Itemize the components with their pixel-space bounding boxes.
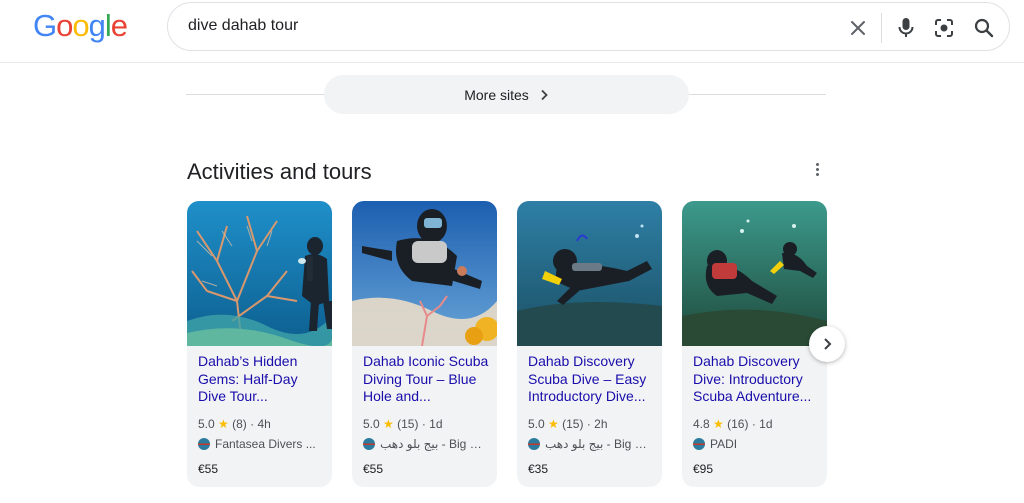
card-source: Fantasea Divers ... <box>198 437 324 451</box>
post-age: 1d <box>429 417 443 431</box>
rating-value: 4.8 <box>693 417 710 431</box>
more-sites-label: More sites <box>464 86 529 103</box>
logo-letter: g <box>88 8 106 43</box>
source-name: بيج بلو دهب - Big Bl... <box>545 437 654 451</box>
logo-letter: G <box>33 8 57 43</box>
activity-card[interactable]: Dahab’s Hidden Gems: Half-Day Dive Tour.… <box>187 201 332 487</box>
star-icon: ★ <box>713 417 724 431</box>
star-icon: ★ <box>548 417 559 431</box>
rating-value: 5.0 <box>363 417 380 431</box>
card-source: بيج بلو دهب - Big Bl... <box>363 437 489 451</box>
source-name: Fantasea Divers ... <box>215 437 316 451</box>
activity-card[interactable]: Dahab Discovery Scuba Dive – Easy Introd… <box>517 201 662 487</box>
card-image-two-divers <box>682 201 827 346</box>
carousel-next-button[interactable] <box>809 326 845 362</box>
more-sites-button[interactable]: More sites <box>324 75 689 114</box>
logo-letter: o <box>72 8 89 43</box>
card-image-discovery-dive <box>517 201 662 346</box>
card-image-scuba-diver <box>352 201 497 346</box>
chevron-right-icon <box>824 338 832 350</box>
logo-letter: o <box>56 8 73 43</box>
post-age: 4h <box>257 417 271 431</box>
card-source: PADI <box>693 437 819 451</box>
card-price: €95 <box>693 462 714 476</box>
card-price: €35 <box>528 462 549 476</box>
card-title[interactable]: Dahab Discovery Scuba Dive – Easy Introd… <box>528 353 654 406</box>
favicon-icon <box>528 438 540 450</box>
post-age: 2h <box>594 417 608 431</box>
card-rating: 5.0 ★ (8) · 4h <box>198 417 271 431</box>
google-logo[interactable]: Google <box>33 8 128 44</box>
camera-lens-icon[interactable] <box>931 15 957 41</box>
search-divider <box>881 13 882 43</box>
logo-letter: e <box>110 8 128 43</box>
section-title: Activities and tours <box>187 159 372 184</box>
card-title[interactable]: Dahab Iconic Scuba Diving Tour – Blue Ho… <box>363 353 489 406</box>
divider-line <box>186 94 324 95</box>
rating-value: 5.0 <box>198 417 215 431</box>
star-icon: ★ <box>383 417 394 431</box>
review-count: (15) <box>397 417 419 431</box>
favicon-icon <box>363 438 375 450</box>
close-icon[interactable] <box>845 15 871 41</box>
search-input[interactable] <box>188 17 808 35</box>
search-box <box>167 2 1010 51</box>
star-icon: ★ <box>218 417 229 431</box>
post-age: 1d <box>759 417 773 431</box>
more-sites-row: More sites <box>186 75 826 115</box>
card-title[interactable]: Dahab’s Hidden Gems: Half-Day Dive Tour.… <box>198 353 324 406</box>
divider-line <box>689 94 826 95</box>
header: Google <box>0 0 1024 63</box>
rating-value: 5.0 <box>528 417 545 431</box>
review-count: (15) <box>562 417 584 431</box>
chevron-right-icon <box>539 89 549 101</box>
card-rating: 5.0 ★ (15) · 1d <box>363 417 443 431</box>
microphone-icon[interactable] <box>893 15 919 41</box>
favicon-icon <box>198 438 210 450</box>
card-image-coral-diver <box>187 201 332 346</box>
card-price: €55 <box>198 462 219 476</box>
card-price: €55 <box>363 462 384 476</box>
more-options-icon[interactable] <box>808 160 826 178</box>
activity-card[interactable]: Dahab Discovery Dive: Introductory Scuba… <box>682 201 827 487</box>
search-icon[interactable] <box>971 15 997 41</box>
review-count: (16) <box>727 417 749 431</box>
card-rating: 5.0 ★ (15) · 2h <box>528 417 608 431</box>
source-name: PADI <box>710 437 738 451</box>
activity-card[interactable]: Dahab Iconic Scuba Diving Tour – Blue Ho… <box>352 201 497 487</box>
card-title[interactable]: Dahab Discovery Dive: Introductory Scuba… <box>693 353 819 406</box>
card-rating: 4.8 ★ (16) · 1d <box>693 417 773 431</box>
card-source: بيج بلو دهب - Big Bl... <box>528 437 654 451</box>
review-count: (8) <box>232 417 247 431</box>
source-name: بيج بلو دهب - Big Bl... <box>380 437 489 451</box>
favicon-icon <box>693 438 705 450</box>
